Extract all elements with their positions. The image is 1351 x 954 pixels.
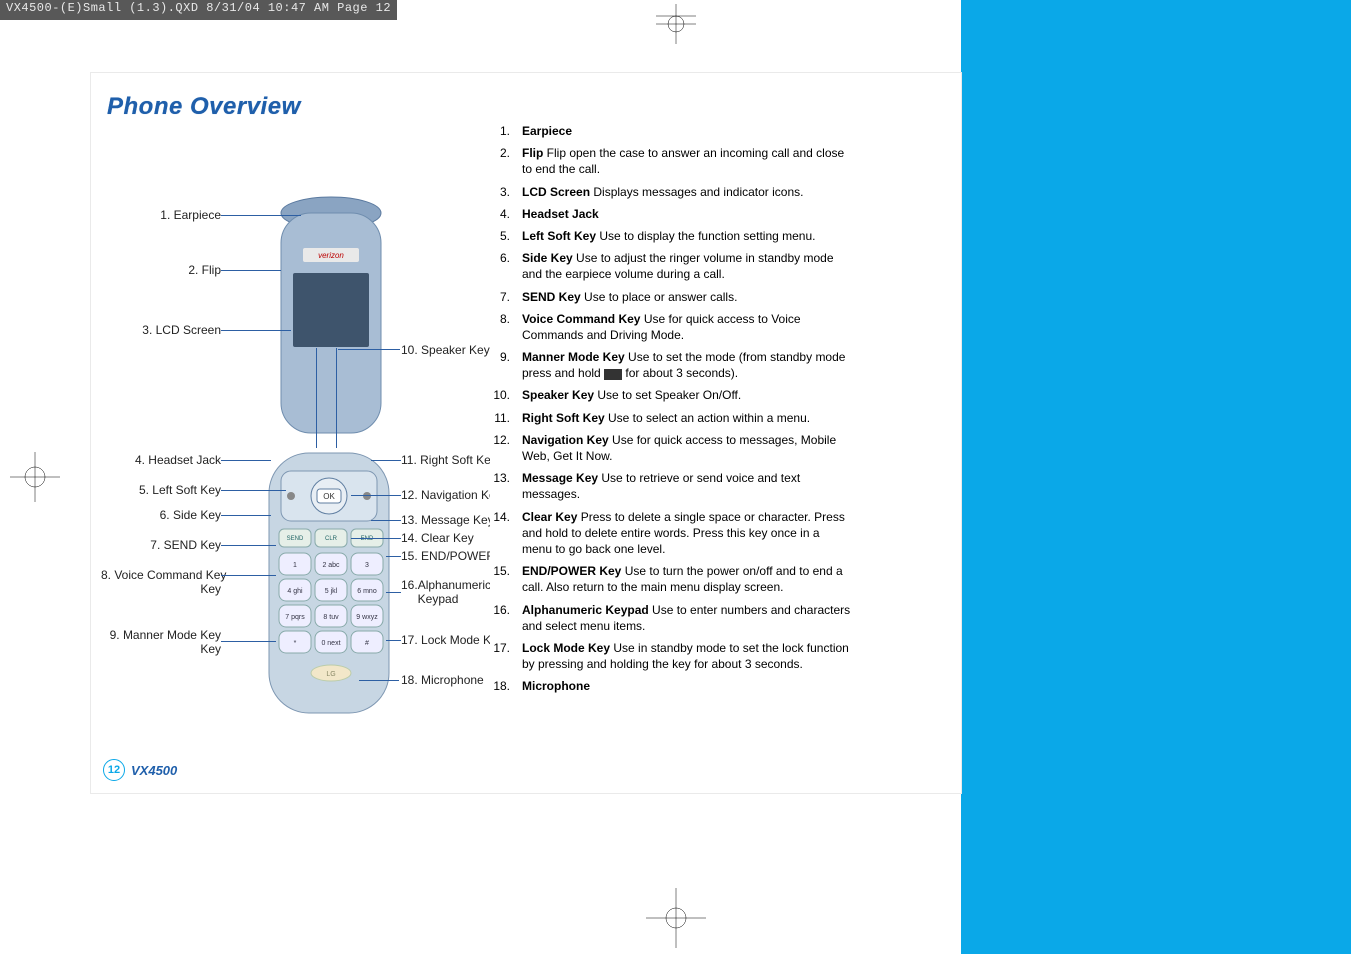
callout-send-key: 7. SEND Key [101,538,221,552]
description-item: 15.END/POWER Key Use to turn the power o… [490,563,852,595]
svg-text:6 mno: 6 mno [357,588,377,595]
svg-text:5 jkl: 5 jkl [325,588,338,595]
svg-text:CLR: CLR [325,536,338,542]
callout-clear-key: 14. Clear Key [401,531,474,545]
description-item: 10.Speaker Key Use to set Speaker On/Off… [490,387,852,403]
callout-headset-jack: 4. Headset Jack [101,453,221,467]
model-label-left: VX4500 [131,763,177,778]
svg-text:#: # [365,640,369,647]
prepress-stamp: VX4500-(E)Small (1.3).QXD 8/31/04 10:47 … [0,0,397,20]
description-item: 5.Left Soft Key Use to display the funct… [490,228,852,244]
footer-left: 12 VX4500 [103,759,177,781]
svg-text:END: END [361,536,374,542]
description-item: 16.Alphanumeric Keypad Use to enter numb… [490,602,852,634]
svg-text:verizon: verizon [318,251,344,260]
svg-text:9 wxyz: 9 wxyz [356,614,378,621]
page-number-left: 12 [103,759,125,781]
description-list: 1.Earpiece 2.Flip Flip open the case to a… [490,115,860,745]
page-spread: Phone Overview verizon OK [90,72,962,794]
description-item: 18.Microphone [490,678,852,694]
description-item: 7.SEND Key Use to place or answer calls. [490,289,852,305]
svg-text:7 pqrs: 7 pqrs [285,614,305,621]
model-label-right: VX4500 [875,763,921,778]
callout-manner-mode: 9. Manner Mode KeyKey [101,628,221,656]
description-item: 3.LCD Screen Displays messages and indic… [490,184,852,200]
section-title: Phone Overview [107,93,301,121]
description-item: 8.Voice Command Key Use for quick access… [490,311,852,343]
description-item: 13.Message Key Use to retrieve or send v… [490,470,852,502]
callout-right-soft-key: 11. Right Soft Key [401,453,497,467]
footer-right: VX4500 13 [875,759,949,781]
description-item: 1.Earpiece [490,123,852,139]
callout-navigation-key: 12. Navigation Key [401,488,502,502]
svg-text:LG: LG [326,671,335,678]
page-number-right: 13 [927,759,949,781]
callout-lcd: 3. LCD Screen [101,323,221,337]
callout-speaker-key: 10. Speaker Key [401,343,490,357]
description-item: 2.Flip Flip open the case to answer an i… [490,145,852,177]
phone-diagram: verizon OK SEND CLR E [101,193,521,753]
description-item: 6.Side Key Use to adjust the ringer volu… [490,250,852,282]
page-wrapper: VX4500-(E)Small (1.3).QXD 8/31/04 10:47 … [0,0,1351,954]
registration-mark-left [10,452,60,502]
callout-earpiece: 1. Earpiece [101,208,221,222]
description-item: 9.Manner Mode Key Use to set the mode (f… [490,349,852,381]
description-panel: 1.Earpiece 2.Flip Flip open the case to a… [490,115,860,745]
callout-side-key: 6. Side Key [101,508,221,522]
svg-text:2 abc: 2 abc [322,562,340,569]
svg-text:4 ghi: 4 ghi [287,588,303,595]
registration-mark-bottom [646,888,706,948]
callout-voice-command: 8. Voice Command KeyKey [101,568,221,596]
blue-side-strip [961,0,1351,954]
callout-microphone: 18. Microphone [401,673,484,687]
svg-text:SEND: SEND [287,536,304,542]
callout-flip: 2. Flip [101,263,221,277]
svg-text:*: * [294,640,297,647]
phone-illustration: verizon OK SEND CLR E [231,193,401,733]
svg-text:8 tuv: 8 tuv [323,614,339,621]
description-item: 12.Navigation Key Use for quick access t… [490,432,852,464]
svg-text:OK: OK [323,492,335,501]
description-item: 11.Right Soft Key Use to select an actio… [490,410,852,426]
description-item: 14.Clear Key Press to delete a single sp… [490,509,852,558]
svg-text:0 next: 0 next [321,640,340,647]
svg-text:1: 1 [293,562,297,569]
description-item: 17.Lock Mode Key Use in standby mode to … [490,640,852,672]
callout-lock-mode-key: 17. Lock Mode Key [401,633,504,647]
description-item: 4.Headset Jack [490,206,852,222]
callout-left-soft-key: 5. Left Soft Key [101,483,221,497]
svg-text:3: 3 [365,562,369,569]
hold-key-icon [604,369,622,380]
callout-message-key: 13. Message Key [401,513,494,527]
registration-mark-top [646,4,706,44]
